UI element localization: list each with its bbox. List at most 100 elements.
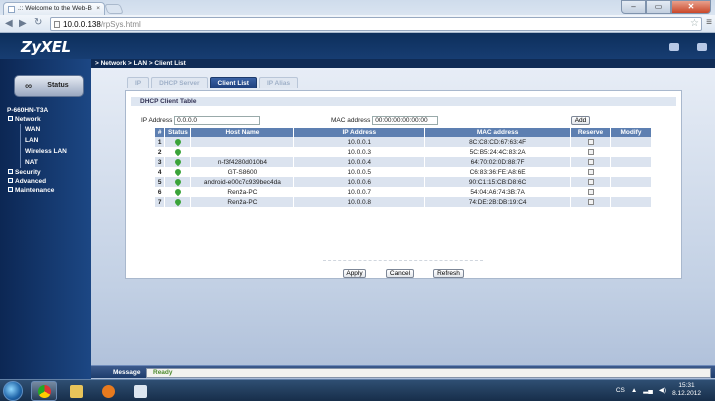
- reserve-checkbox[interactable]: [587, 148, 594, 155]
- sidebar-menu: P-660HN-T3A Network WAN LAN Wireless LAN…: [7, 106, 91, 195]
- logout-icon[interactable]: [697, 43, 707, 51]
- table-row: 5 android-e00c7c939bec4da 10.0.0.6 90:C1…: [155, 177, 652, 187]
- ip-address-input[interactable]: 0.0.0.0: [174, 116, 261, 125]
- reserve-checkbox[interactable]: [587, 198, 594, 205]
- add-button[interactable]: Add: [571, 116, 590, 125]
- explorer-taskbar-button[interactable]: [63, 381, 89, 401]
- language-indicator[interactable]: CS: [616, 387, 625, 394]
- row-number: 1: [155, 137, 166, 147]
- table-header-row: # Status Host Name IP Address MAC addres…: [155, 128, 652, 137]
- start-button[interactable]: [3, 381, 23, 401]
- browser-chrome: .:: Welcome to the Web-B × – ▭ ✕ ◀ ▶ ↻ 1…: [0, 0, 715, 33]
- modify-cell: [610, 187, 652, 197]
- mac-address-input[interactable]: 00:00:00:00:00:00: [372, 116, 439, 125]
- tab-dhcp-server[interactable]: DHCP Server: [151, 77, 208, 88]
- divider: [323, 260, 483, 261]
- sidebar-item-nat[interactable]: NAT: [20, 157, 91, 168]
- paint-taskbar-button[interactable]: [127, 381, 153, 401]
- paint-icon: [134, 385, 147, 398]
- status-cell: [164, 147, 192, 157]
- apply-button[interactable]: Apply: [343, 269, 366, 278]
- host-name-cell: Renža-PC: [190, 197, 295, 207]
- column-header: Reserve: [570, 128, 611, 137]
- sidebar-item-label: Advanced: [15, 178, 47, 185]
- column-header: Status: [164, 128, 192, 137]
- chrome-taskbar-button[interactable]: [31, 381, 57, 401]
- address-bar[interactable]: 10.0.0.138/rpSys.html ☆: [50, 17, 702, 31]
- sidebar-item-wireless-lan[interactable]: Wireless LAN: [20, 146, 91, 157]
- sidebar-item-wan[interactable]: WAN: [20, 124, 91, 135]
- tab-close-icon[interactable]: ×: [96, 3, 100, 15]
- modify-cell: [610, 167, 652, 177]
- forward-icon[interactable]: ▶: [19, 18, 27, 29]
- tab-client-list[interactable]: Client List: [209, 77, 257, 88]
- column-header: Modify: [610, 128, 652, 137]
- network-icon[interactable]: ▂▄: [643, 386, 653, 394]
- row-number: 3: [155, 157, 166, 167]
- menu-icon[interactable]: ≡: [706, 17, 712, 28]
- close-button[interactable]: ✕: [671, 0, 711, 14]
- modify-cell: [610, 147, 652, 157]
- sidebar-item-lan[interactable]: LAN: [20, 135, 91, 146]
- reserve-checkbox[interactable]: [587, 168, 594, 175]
- row-number: 7: [155, 197, 166, 207]
- wizard-icon[interactable]: [669, 43, 679, 51]
- new-tab-button[interactable]: [104, 4, 124, 14]
- ip-address-label: IP Address: [141, 117, 173, 125]
- expand-icon: [8, 168, 13, 174]
- modify-cell: [610, 177, 652, 187]
- reserve-checkbox[interactable]: [587, 188, 594, 195]
- reserve-checkbox[interactable]: [587, 178, 594, 185]
- status-cell: [164, 197, 192, 207]
- browser-tab[interactable]: .:: Welcome to the Web-B ×: [3, 2, 105, 15]
- zyxel-logo: ZyXEL: [21, 38, 71, 56]
- sidebar-item-maintenance[interactable]: Maintenance: [8, 186, 91, 195]
- status-cell: [164, 157, 192, 167]
- media-player-taskbar-button[interactable]: [95, 381, 121, 401]
- sidebar-item-network[interactable]: Network: [8, 115, 91, 124]
- maximize-button[interactable]: ▭: [646, 0, 671, 14]
- main-content: IP DHCP Server Client List IP Alias DHCP…: [91, 68, 715, 379]
- url-domain: 10.0.0.138: [63, 20, 101, 29]
- bookmark-star-icon[interactable]: ☆: [690, 17, 699, 30]
- modify-cell: [610, 137, 652, 147]
- reserve-checkbox[interactable]: [587, 138, 594, 145]
- tray-arrow-icon[interactable]: ▲: [631, 387, 637, 394]
- message-bar: Message Ready: [91, 365, 715, 378]
- cancel-button[interactable]: Cancel: [386, 269, 414, 278]
- client-table: # Status Host Name IP Address MAC addres…: [155, 128, 652, 207]
- ip-address-cell: 10.0.0.1: [293, 137, 426, 147]
- status-ok-icon: [173, 167, 183, 177]
- sidebar-item-security[interactable]: Security: [8, 168, 91, 177]
- reload-icon[interactable]: ↻: [34, 17, 42, 28]
- reserve-checkbox[interactable]: [587, 158, 594, 165]
- expand-icon: [8, 186, 13, 192]
- glasses-icon: ∞: [25, 81, 33, 92]
- reserve-cell: [570, 167, 611, 177]
- url-path: /rpSys.html: [100, 20, 141, 29]
- status-ok-icon: [173, 147, 183, 157]
- host-name-cell: Renža-PC: [190, 187, 295, 197]
- tab-ip-alias[interactable]: IP Alias: [258, 77, 299, 88]
- status-button[interactable]: ∞ Status: [14, 75, 84, 97]
- tab-ip[interactable]: IP: [127, 77, 150, 88]
- refresh-button[interactable]: Refresh: [433, 269, 464, 278]
- message-value: Ready: [146, 368, 711, 378]
- back-icon[interactable]: ◀: [5, 18, 13, 29]
- host-name-cell: GT-S8600: [190, 167, 295, 177]
- mac-address-cell: 5C:B5:24:4C:83:2A: [424, 147, 572, 157]
- mac-address-cell: 54:04:A6:74:3B:7A: [424, 187, 572, 197]
- host-name-cell: [190, 137, 295, 147]
- modify-cell: [610, 197, 652, 207]
- expand-icon: [8, 177, 13, 183]
- breadcrumb: > Network > LAN > Client List: [91, 59, 715, 68]
- reserve-cell: [570, 177, 611, 187]
- volume-icon[interactable]: ◀): [659, 386, 666, 394]
- sidebar-item-label: Network: [15, 116, 41, 123]
- expand-icon: [8, 115, 13, 121]
- clock[interactable]: 15:31 8.12.2012: [672, 382, 701, 398]
- mac-address-cell: 90:C1:15:CB:D8:6C: [424, 177, 572, 187]
- taskbar: CS ▲ ▂▄ ◀) 15:31 8.12.2012: [0, 379, 715, 401]
- minimize-button[interactable]: –: [621, 0, 646, 14]
- sidebar-item-advanced[interactable]: Advanced: [8, 177, 91, 186]
